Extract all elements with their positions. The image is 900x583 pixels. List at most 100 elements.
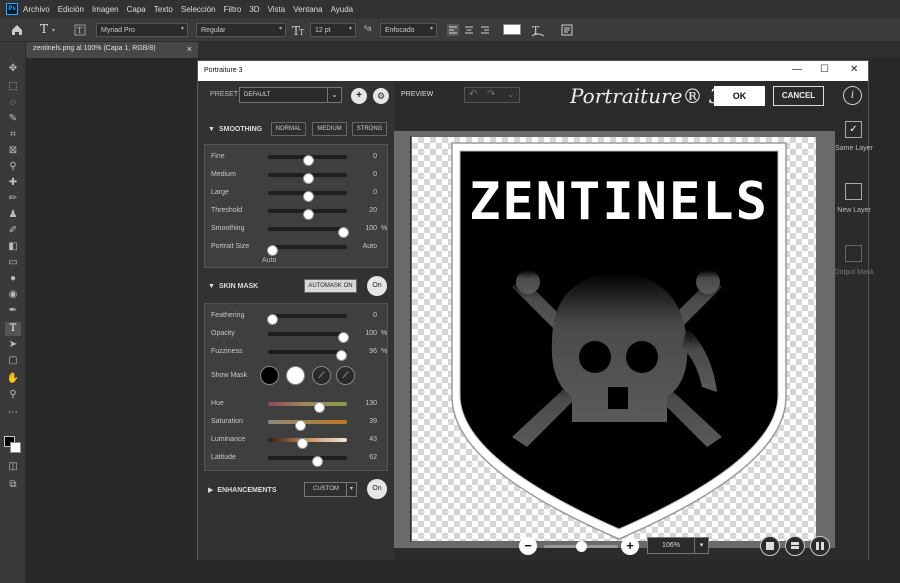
antialias-select[interactable]: Enfocado ▾	[380, 23, 437, 37]
single-view-icon[interactable]	[760, 536, 780, 556]
brush-tool-icon[interactable]: ✏	[5, 192, 21, 206]
stamp-tool-icon[interactable]: ♟	[5, 208, 21, 222]
ok-button[interactable]: OK	[714, 86, 765, 106]
slider-feathering[interactable]: Feathering 0	[211, 310, 387, 325]
zoom-out-icon[interactable]: −	[519, 537, 537, 555]
zoom-tool-icon[interactable]: ⚲	[5, 388, 21, 402]
slider-knob[interactable]	[314, 402, 326, 413]
character-panel-icon[interactable]	[561, 24, 573, 36]
slider-latitude[interactable]: Latitude 62	[211, 452, 387, 467]
undo-icon[interactable]: ↶	[469, 89, 477, 100]
slider-knob[interactable]	[311, 456, 323, 467]
new-layer-checkbox[interactable]	[845, 183, 862, 200]
menu-ventana[interactable]: Ventana	[293, 5, 322, 14]
slider-medium[interactable]: Medium 0	[211, 169, 387, 184]
slider-hue[interactable]: Hue 130	[211, 398, 387, 413]
add-preset-icon[interactable]: +	[351, 88, 367, 104]
font-size-select[interactable]: 12 pt ▾	[310, 23, 356, 37]
menu-edicion[interactable]: Edición	[58, 5, 84, 14]
warp-text-icon[interactable]: T	[531, 23, 545, 37]
close-icon[interactable]: ✕	[850, 64, 858, 75]
eyedropper-tool-icon[interactable]: ⚲	[5, 160, 21, 174]
screen-mode-icon[interactable]: ⧉	[5, 478, 21, 492]
slider-threshold[interactable]: Threshold 20	[211, 205, 387, 220]
zoom-level-select[interactable]: 106% ▾	[647, 537, 709, 554]
gradient-tool-icon[interactable]: ▭	[5, 256, 21, 270]
enhancements-toggle[interactable]: On	[367, 479, 387, 499]
type-tool-icon[interactable]: T	[5, 322, 21, 336]
cancel-button[interactable]: CANCEL	[773, 86, 824, 106]
align-right-icon[interactable]	[479, 24, 491, 36]
zoom-slider-knob[interactable]	[576, 541, 587, 552]
split-vertical-view-icon[interactable]	[810, 536, 830, 556]
hand-tool-icon[interactable]: ✋	[5, 372, 21, 386]
enhancements-preset-select[interactable]: CUSTOM ▾	[304, 482, 357, 497]
align-center-icon[interactable]	[463, 24, 475, 36]
more-tools-icon[interactable]: ⋯	[5, 406, 21, 420]
history-dropdown-icon[interactable]: ⌄	[507, 89, 515, 100]
text-orientation-icon[interactable]: T	[74, 24, 86, 36]
quick-mask-icon[interactable]: ◫	[5, 460, 21, 474]
normal-button[interactable]: NORMAL	[271, 122, 306, 136]
slider-knob[interactable]	[296, 438, 308, 449]
crop-tool-icon[interactable]: ⌗	[5, 128, 21, 142]
menu-texto[interactable]: Texto	[154, 5, 173, 14]
redo-icon[interactable]: ↷	[487, 89, 495, 100]
info-icon[interactable]: i	[843, 86, 862, 105]
background-color-swatch[interactable]	[10, 442, 21, 453]
history-brush-icon[interactable]: ✐	[5, 224, 21, 238]
photoshop-logo-icon[interactable]: Ps	[6, 3, 18, 15]
zoom-in-icon[interactable]: +	[621, 537, 639, 555]
menu-vista[interactable]: Vista	[268, 5, 286, 14]
slider-knob[interactable]	[302, 209, 314, 220]
strong-button[interactable]: STRONG	[352, 122, 387, 136]
close-tab-icon[interactable]: ×	[187, 44, 192, 54]
menu-imagen[interactable]: Imagen	[92, 5, 119, 14]
eraser-tool-icon[interactable]: ◧	[5, 240, 21, 254]
frame-tool-icon[interactable]: ⊠	[5, 144, 21, 158]
minimize-icon[interactable]: —	[792, 64, 802, 75]
skin-mask-header[interactable]: ▼ SKIN MASK	[208, 283, 258, 290]
slider-large[interactable]: Large 0	[211, 187, 387, 202]
menu-archivo[interactable]: Archivo	[23, 5, 50, 14]
rectangle-tool-icon[interactable]: ▢	[5, 354, 21, 368]
slider-opacity[interactable]: Opacity 100%	[211, 328, 387, 343]
text-color-swatch[interactable]	[503, 24, 521, 35]
menu-ayuda[interactable]: Ayuda	[331, 5, 354, 14]
eyedropper-icon[interactable]: ⟋	[312, 366, 331, 385]
slider-knob[interactable]	[336, 350, 348, 361]
menu-capa[interactable]: Capa	[127, 5, 146, 14]
dodge-tool-icon[interactable]: ◉	[5, 288, 21, 302]
slider-fuzziness[interactable]: Fuzziness 96%	[211, 346, 387, 361]
eyedropper-plus-icon[interactable]: ⟋	[336, 366, 355, 385]
maximize-icon[interactable]: ☐	[820, 64, 829, 75]
settings-icon[interactable]: ⚙	[373, 88, 389, 104]
automask-button[interactable]: AUTOMASK ON	[304, 279, 357, 293]
slider-smoothing[interactable]: Smoothing 100%	[211, 223, 387, 238]
font-style-select[interactable]: Regular ▾	[196, 23, 286, 37]
menu-filtro[interactable]: Filtro	[224, 5, 242, 14]
mask-black-swatch[interactable]	[260, 366, 279, 385]
skin-mask-toggle[interactable]: On	[367, 276, 387, 296]
output-mask-checkbox[interactable]	[845, 245, 862, 262]
enhancements-header[interactable]: ▶ ENHANCEMENTS	[208, 486, 277, 494]
lasso-tool-icon[interactable]: ◌	[5, 96, 21, 110]
healing-tool-icon[interactable]: ✚	[5, 176, 21, 190]
menu-3d[interactable]: 3D	[249, 5, 259, 14]
preview-canvas[interactable]: ZENTINELS	[411, 136, 817, 542]
slider-knob[interactable]	[302, 191, 314, 202]
slider-saturation[interactable]: Saturation 39	[211, 416, 387, 431]
menu-seleccion[interactable]: Selección	[181, 5, 216, 14]
slider-luminance[interactable]: Luminance 43	[211, 434, 387, 449]
mask-white-swatch[interactable]	[286, 366, 305, 385]
type-tool-icon[interactable]: T	[40, 22, 48, 36]
pen-tool-icon[interactable]: ✒	[5, 304, 21, 318]
split-horizontal-view-icon[interactable]	[785, 536, 805, 556]
same-layer-checkbox[interactable]: ✓	[845, 121, 862, 138]
path-selection-icon[interactable]: ➤	[5, 338, 21, 352]
document-tab[interactable]: zentinels.png al 100% (Capa 1, RGB/8) ×	[26, 42, 198, 58]
slider-knob[interactable]	[302, 173, 314, 184]
slider-portrait-size[interactable]: Portrait Size Auto	[211, 241, 387, 256]
move-tool-icon[interactable]: ✥	[5, 62, 21, 76]
quick-selection-tool-icon[interactable]: ✎	[5, 112, 21, 126]
